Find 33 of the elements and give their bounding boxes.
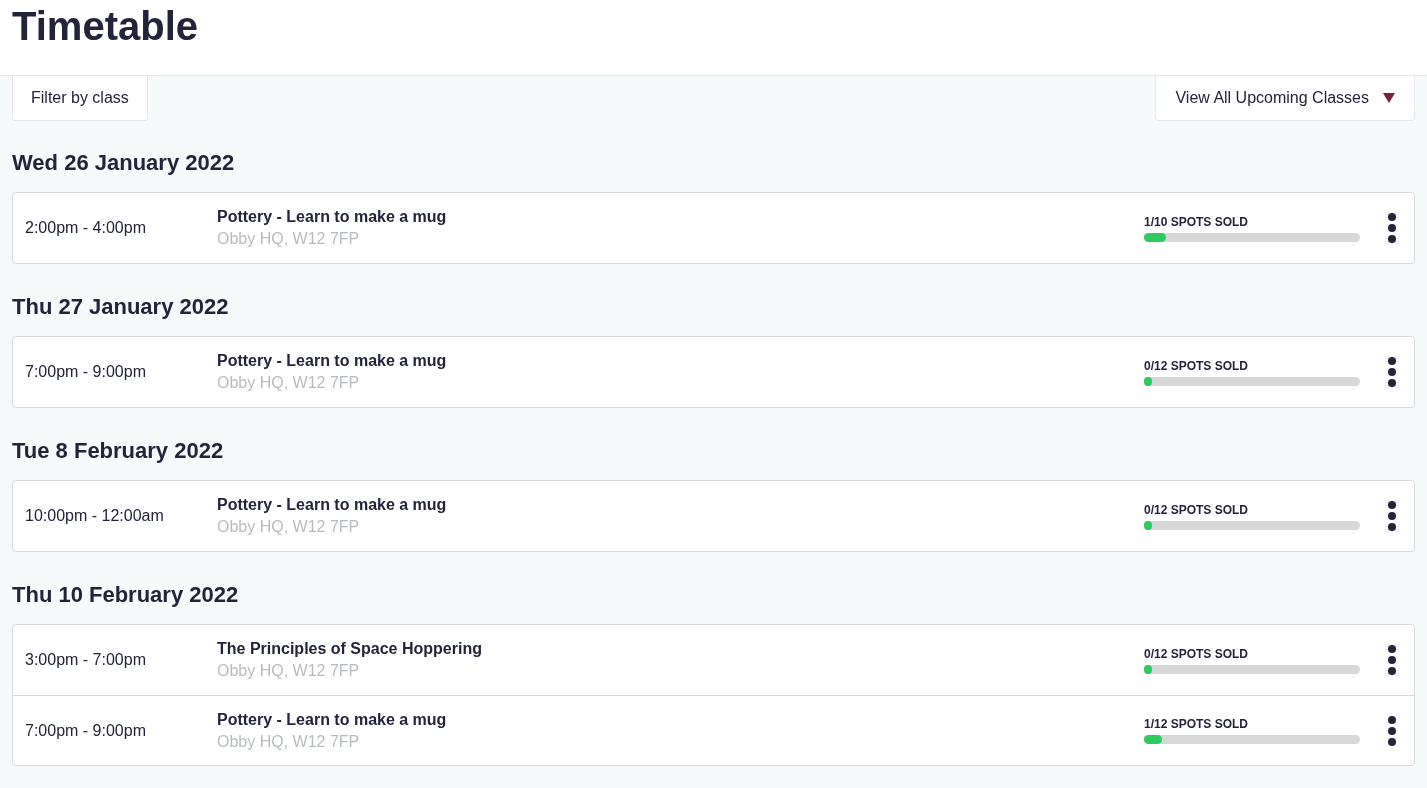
view-dropdown[interactable]: View All Upcoming Classes — [1155, 76, 1415, 121]
spots-sold-label: 1/10 SPOTS SOLD — [1144, 214, 1250, 229]
session-time: 10:00pm - 12:00am — [25, 506, 165, 526]
date-heading: Tue 8 February 2022 — [12, 438, 224, 464]
class-name: Pottery - Learn to make a mug — [217, 495, 448, 515]
more-options-icon[interactable] — [1388, 715, 1396, 746]
more-options-icon[interactable] — [1388, 213, 1396, 243]
class-location: Obby HQ, W12 7FP — [217, 731, 361, 752]
session-time: 2:00pm - 4:00pm — [25, 218, 147, 238]
class-location: Obby HQ, W12 7FP — [217, 229, 361, 249]
more-options-icon[interactable] — [1388, 645, 1396, 675]
session-time: 7:00pm - 9:00pm — [25, 362, 147, 382]
class-name: Pottery - Learn to make a mug — [217, 351, 448, 371]
more-options-icon[interactable] — [1388, 357, 1396, 387]
more-options-icon[interactable] — [1388, 501, 1396, 531]
filter-button[interactable]: Filter by class — [12, 76, 148, 121]
class-location: Obby HQ, W12 7FP — [217, 373, 361, 393]
class-name: Pottery - Learn to make a mug — [217, 207, 448, 227]
class-name: The Principles of Space Hoppering — [217, 639, 483, 659]
spots-sold-label: 0/12 SPOTS SOLD — [1144, 358, 1250, 373]
spots-sold-label: 0/12 SPOTS SOLD — [1144, 502, 1250, 517]
session-time: 7:00pm - 9:00pm — [25, 720, 147, 741]
date-heading: Thu 10 February 2022 — [12, 582, 239, 608]
class-name: Pottery - Learn to make a mug — [217, 709, 448, 730]
class-location: Obby HQ, W12 7FP — [217, 661, 361, 681]
page-title: Timetable — [12, 3, 198, 50]
caret-icon — [1383, 93, 1395, 103]
spots-sold-label: 0/12 SPOTS SOLD — [1144, 646, 1250, 661]
spots-sold-label: 1/12 SPOTS SOLD — [1144, 717, 1250, 731]
session-time: 3:00pm - 7:00pm — [25, 650, 147, 670]
class-location: Obby HQ, W12 7FP — [217, 517, 361, 537]
date-heading: Thu 27 January 2022 — [12, 294, 229, 320]
date-heading: Wed 26 January 2022 — [12, 150, 235, 176]
